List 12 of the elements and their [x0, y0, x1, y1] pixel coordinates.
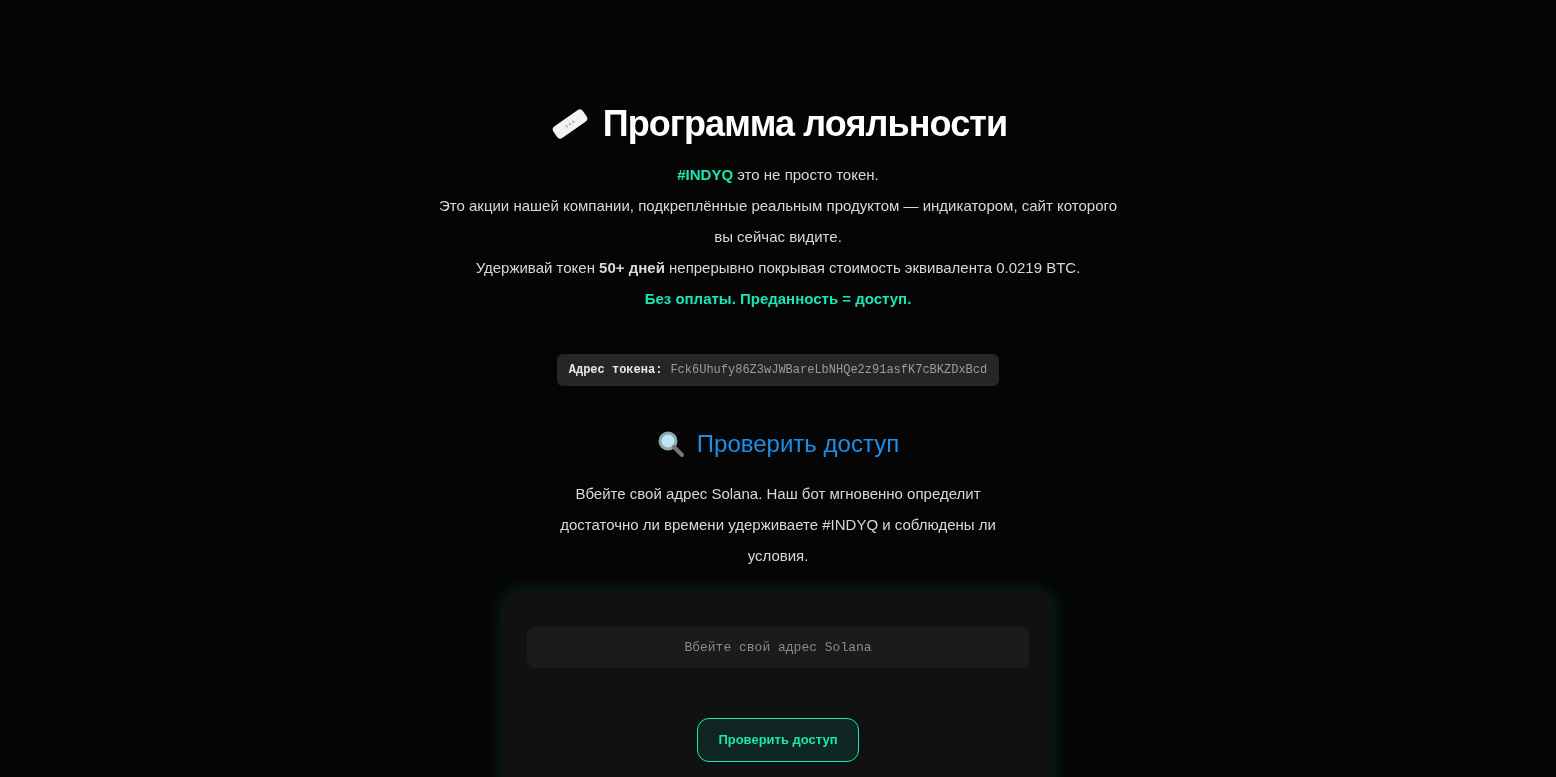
intro-line: Удерживай токен 50+ дней непрерывно покрывая стоимость эквивалента 0.0219 BTC. [475, 258, 1081, 278]
section-heading: Проверить доступ [696, 429, 900, 459]
token-label: Адрес токена: [568, 362, 663, 379]
highlight-text: Без оплаты. Преданность = доступ. [644, 289, 912, 309]
page-title: Программа лояльности [602, 102, 1008, 146]
token-address: Fck6Uhufy86Z3wJWBareLbNHQe2z91asfK7cBKZDxBcd [670, 362, 988, 379]
section-description: Вбейте свой адрес Solana. Наш бот мгновенно определит достаточно ли времени удерживаете #INDYQ и соблюдены ли условия. [559, 484, 997, 566]
intro-line: #INDYQ это не просто токен. [677, 165, 879, 185]
search-icon [656, 430, 685, 458]
check-access-button[interactable]: Проверить доступ [697, 718, 859, 762]
address-input-field[interactable]: Вбейте свой адрес Solana [527, 627, 1029, 668]
intro-line: Это акции нашей компании, подкреплённые реальным продуктом — индикатором, сайт которого вы сейчас видите. [438, 196, 1118, 247]
